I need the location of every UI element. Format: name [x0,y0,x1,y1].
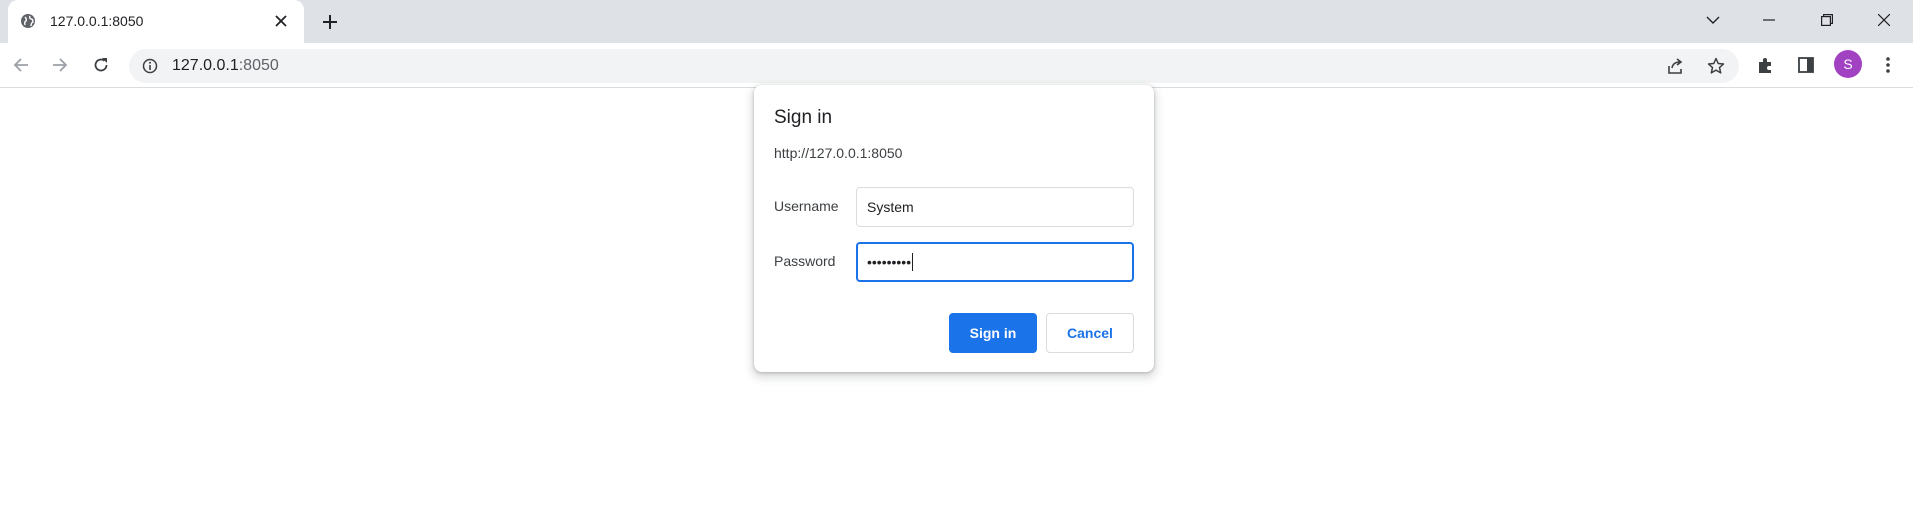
info-icon[interactable] [142,58,158,74]
kebab-menu-icon[interactable] [1876,53,1900,77]
tab-title: 127.0.0.1:8050 [50,13,144,29]
globe-icon [20,13,36,29]
password-field[interactable]: ••••••••• [856,242,1134,282]
arrow-right-icon[interactable] [48,53,72,77]
plus-icon[interactable] [318,10,342,34]
username-field[interactable]: System [856,187,1134,227]
sign-in-dialog: Sign in http://127.0.0.1:8050 Username S… [754,85,1154,372]
restore-icon[interactable] [1815,8,1839,32]
username-label: Username [774,198,839,214]
puzzle-icon[interactable] [1754,53,1778,77]
side-panel-icon[interactable] [1794,53,1818,77]
window-close-icon[interactable] [1872,8,1896,32]
text-caret [912,253,914,271]
cancel-button[interactable]: Cancel [1046,313,1134,353]
avatar[interactable]: S [1834,50,1862,78]
password-label: Password [774,253,836,269]
browser-tab[interactable]: 127.0.0.1:8050 [8,0,304,43]
browser-toolbar: 127.0.0.1:8050 S [0,43,1913,88]
url-port: :8050 [238,57,279,74]
tab-strip: 127.0.0.1:8050 [0,0,1913,43]
arrow-left-icon[interactable] [9,53,33,77]
username-value: System [867,199,914,215]
share-icon[interactable] [1663,54,1687,78]
tab-search-icon[interactable] [1701,8,1725,32]
dialog-title: Sign in [774,107,833,128]
dialog-origin: http://127.0.0.1:8050 [774,145,903,161]
star-icon[interactable] [1704,54,1728,78]
address-bar[interactable]: 127.0.0.1:8050 [129,49,1739,83]
reload-icon[interactable] [89,53,113,77]
sign-in-button[interactable]: Sign in [949,313,1037,353]
password-masked-value: ••••••••• [867,254,912,270]
close-icon[interactable] [273,13,289,29]
url-host: 127.0.0.1 [172,57,239,74]
minimize-icon[interactable] [1757,8,1781,32]
url-text: 127.0.0.1:8050 [172,57,279,75]
